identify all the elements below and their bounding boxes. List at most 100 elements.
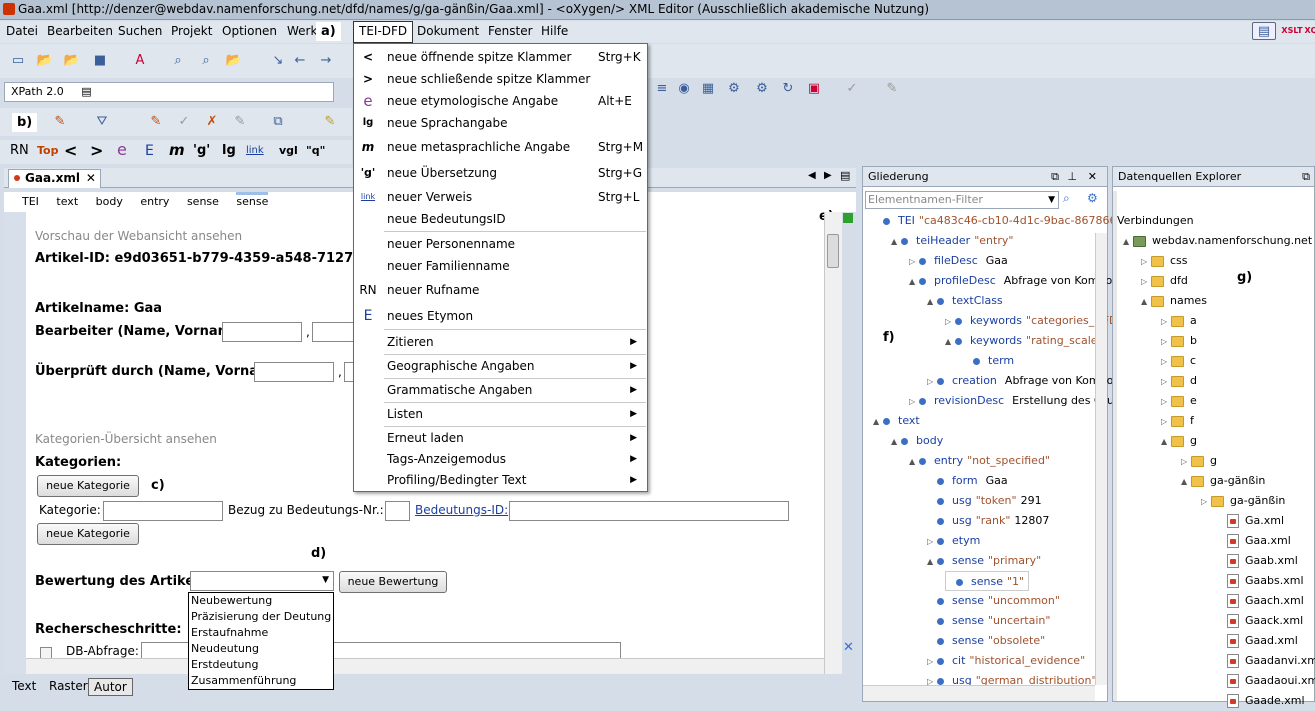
- menu-optionen[interactable]: Optionen: [222, 24, 277, 38]
- check-icon[interactable]: ✓: [842, 80, 862, 98]
- tab-next-icon[interactable]: ▶: [824, 170, 832, 181]
- new-category-button-2[interactable]: neue Kategorie: [37, 523, 139, 545]
- tree-toggle-icon[interactable]: ▷: [1161, 392, 1171, 412]
- tree-toggle-icon[interactable]: ▷: [927, 372, 937, 392]
- menu-item-grammar[interactable]: Grammatische Angaben ▶: [354, 379, 647, 401]
- datasource-node[interactable]: ▲ webdav.namenforschung.net: [1123, 231, 1312, 251]
- gear-icon[interactable]: ⚙: [1087, 191, 1098, 205]
- remove-markup-icon[interactable]: ✎: [50, 113, 70, 131]
- menu-item-reference[interactable]: link neuer Verweis Strg+L: [354, 186, 647, 208]
- outline-node[interactable]: ▷ etym: [927, 531, 988, 551]
- outline-scrollbar[interactable]: [1095, 233, 1107, 685]
- datasource-node[interactable]: ▷ ga-gänßin: [1201, 491, 1285, 511]
- tree-toggle-icon[interactable]: ▷: [1141, 272, 1151, 292]
- validate-icon[interactable]: ◉: [674, 80, 694, 98]
- tree-toggle-icon[interactable]: ▷: [1141, 252, 1151, 272]
- menu-item-language[interactable]: lg neue Sprachangabe: [354, 112, 647, 134]
- tree-toggle-icon[interactable]: ▲: [927, 552, 937, 572]
- outline-node[interactable]: ▲ profileDesc Abfrage von Komposit: [909, 271, 1125, 291]
- outline-node[interactable]: TEI "ca483c46-cb10-4d1c-9bac-8678668d: [873, 211, 1134, 231]
- outline-node[interactable]: sense "uncertain": [927, 611, 1054, 631]
- accept-change-icon[interactable]: ✓: [174, 113, 194, 131]
- datasource-node[interactable]: Ga.xml: [1217, 511, 1284, 531]
- transform-icon[interactable]: ⚙: [724, 80, 744, 98]
- language-button[interactable]: lg: [222, 143, 236, 158]
- tree-toggle-icon[interactable]: ▲: [945, 332, 955, 352]
- menu-projekt[interactable]: Projekt: [171, 24, 212, 38]
- vgl-button[interactable]: vgl: [279, 144, 298, 157]
- menu-item-tags-mode[interactable]: Tags-Anzeigemodus ▶: [354, 448, 647, 470]
- rating-option[interactable]: Erstdeutung: [189, 657, 333, 673]
- metalanguage-button[interactable]: m: [169, 141, 185, 159]
- tree-toggle-icon[interactable]: ▷: [1201, 492, 1211, 512]
- open-find-icon[interactable]: 📂: [224, 52, 244, 70]
- rating-option[interactable]: Präzisierung der Deutung: [189, 609, 333, 625]
- datasource-node[interactable]: Gaach.xml: [1217, 591, 1304, 611]
- pin-icon[interactable]: ✎: [882, 80, 902, 98]
- menu-item-etym[interactable]: e neue etymologische Angabe Alt+E: [354, 90, 647, 112]
- new-file-icon[interactable]: ▭: [8, 52, 28, 70]
- tree-toggle-icon[interactable]: ▲: [909, 452, 919, 472]
- crumb-text[interactable]: text: [56, 195, 78, 208]
- tree-toggle-icon[interactable]: ▷: [1161, 332, 1171, 352]
- expand-icon[interactable]: ✕: [843, 640, 854, 655]
- datasource-node[interactable]: Gaade.xml: [1217, 691, 1305, 711]
- datasource-node[interactable]: Gaabs.xml: [1217, 571, 1304, 591]
- xq-perspective-icon[interactable]: XQ: [1304, 22, 1315, 40]
- menu-item-geo[interactable]: Geographische Angaben ▶: [354, 355, 647, 377]
- scenario-icon[interactable]: ⚙: [752, 80, 772, 98]
- outline-node[interactable]: form Gaa: [927, 471, 1008, 491]
- close-bracket-button[interactable]: >: [90, 141, 103, 160]
- outline-node[interactable]: ▷ fileDesc Gaa: [909, 251, 1008, 271]
- new-category-button[interactable]: neue Kategorie: [37, 475, 139, 497]
- tree-toggle-icon[interactable]: ▲: [927, 292, 937, 312]
- scroll-thumb[interactable]: [827, 234, 839, 268]
- preview-link[interactable]: Vorschau der Webansicht ansehen: [35, 229, 242, 243]
- xpath-combo[interactable]: XPath 2.0 ▤: [4, 82, 334, 102]
- tree-toggle-icon[interactable]: ▲: [1141, 292, 1151, 312]
- menu-fenster[interactable]: Fenster: [488, 24, 533, 38]
- tree-toggle-icon[interactable]: ▷: [1161, 352, 1171, 372]
- close-panel-icon[interactable]: ✕: [1088, 167, 1097, 187]
- forward-icon[interactable]: →: [316, 52, 336, 70]
- mode-tab-raster[interactable]: Raster: [44, 678, 93, 694]
- tree-toggle-icon[interactable]: ▷: [1181, 452, 1191, 472]
- tree-toggle-icon[interactable]: ▲: [909, 272, 919, 292]
- reviewer-lastname-field[interactable]: [254, 362, 334, 382]
- outline-node[interactable]: ▲ text: [873, 411, 928, 431]
- crumb-sense[interactable]: sense: [187, 195, 219, 208]
- menu-item-translation[interactable]: 'g' neue Übersetzung Strg+G: [354, 162, 647, 184]
- outline-node[interactable]: sense "obsolete": [927, 631, 1049, 651]
- datasource-node[interactable]: ▷ dfd: [1141, 271, 1188, 291]
- new-rating-button[interactable]: neue Bewertung: [339, 571, 447, 593]
- datasource-node[interactable]: Gaadaoui.xml: [1217, 671, 1315, 691]
- edit-attributes-icon[interactable]: ✎: [146, 113, 166, 131]
- menu-item-metalanguage[interactable]: m neue metasprachliche Angabe Strg+M: [354, 136, 647, 158]
- datasource-node[interactable]: ▷ b: [1161, 331, 1197, 351]
- outline-node[interactable]: sense "1": [945, 571, 1030, 591]
- editor-horizontal-scrollbar[interactable]: [26, 658, 824, 674]
- datasource-node[interactable]: Gaadanvi.xml: [1217, 651, 1315, 671]
- tree-toggle-icon[interactable]: ▷: [1161, 412, 1171, 432]
- open-folder-icon[interactable]: 📂: [35, 52, 55, 70]
- float-panel-icon[interactable]: ⧉: [1302, 167, 1310, 187]
- meaning-id-field[interactable]: [509, 501, 789, 521]
- link-button[interactable]: link: [246, 145, 264, 156]
- editor-perspective-icon[interactable]: ▤: [1252, 22, 1276, 40]
- tab-prev-icon[interactable]: ◀: [808, 170, 816, 181]
- datasource-node[interactable]: ▷ c: [1161, 351, 1196, 371]
- tree-toggle-icon[interactable]: ▷: [927, 652, 937, 672]
- datasource-node[interactable]: ▷ css: [1141, 251, 1188, 271]
- reference-field[interactable]: [385, 501, 410, 521]
- datasource-node[interactable]: ▲ names: [1141, 291, 1207, 311]
- menu-item-open-bracket[interactable]: < neue öffnende spitze Klammer Strg+K: [354, 46, 647, 68]
- outline-node[interactable]: ▲ teiHeader "entry": [891, 231, 1017, 251]
- datasource-node[interactable]: ▲ ga-gänßin: [1181, 471, 1265, 491]
- translation-button[interactable]: 'g': [193, 143, 210, 158]
- category-overview-link[interactable]: Kategorien-Übersicht ansehen: [35, 432, 217, 446]
- datasource-node[interactable]: ▷ g: [1181, 451, 1217, 471]
- outline-node[interactable]: ▲ body: [891, 431, 951, 451]
- editor-lastname-field[interactable]: [222, 322, 302, 342]
- menu-item-family-name[interactable]: neuer Familienname: [354, 255, 647, 277]
- meaning-id-link[interactable]: Bedeutungs-ID:: [415, 503, 508, 517]
